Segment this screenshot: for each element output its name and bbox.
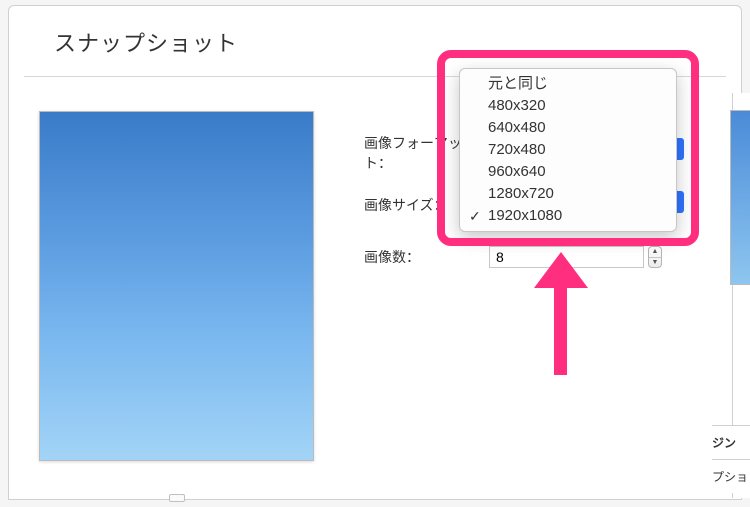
size-option[interactable]: 640x480 <box>460 117 676 139</box>
size-option[interactable]: 960x640 <box>460 161 676 183</box>
size-option-selected[interactable]: 1920x1080 <box>460 205 676 227</box>
pager-indicator <box>169 494 185 502</box>
dialog-title: スナップショット <box>9 6 741 76</box>
size-option[interactable]: 480x320 <box>460 95 676 117</box>
stepper-down-icon[interactable]: ▼ <box>649 257 661 268</box>
stepper-up-icon[interactable]: ▲ <box>649 247 661 257</box>
image-count-input[interactable] <box>489 246 644 268</box>
right-panel-text-1: ジン <box>712 425 750 459</box>
preview-thumbnail <box>39 111 314 461</box>
size-option[interactable]: 720x480 <box>460 139 676 161</box>
right-panel-thumbnail <box>730 110 750 285</box>
right-panel-text-2: プショ <box>712 459 750 493</box>
size-option[interactable]: 1280x720 <box>460 183 676 205</box>
size-option[interactable]: 元と同じ <box>460 73 676 95</box>
row-image-count: 画像数： ▲ ▼ <box>364 243 662 271</box>
image-size-dropdown-menu: 元と同じ 480x320 640x480 720x480 960x640 128… <box>459 68 677 232</box>
label-image-count: 画像数： <box>364 247 489 267</box>
image-count-control: ▲ ▼ <box>489 246 662 268</box>
image-count-stepper[interactable]: ▲ ▼ <box>648 246 662 268</box>
right-panel-labels: ジン プショ <box>712 425 750 493</box>
